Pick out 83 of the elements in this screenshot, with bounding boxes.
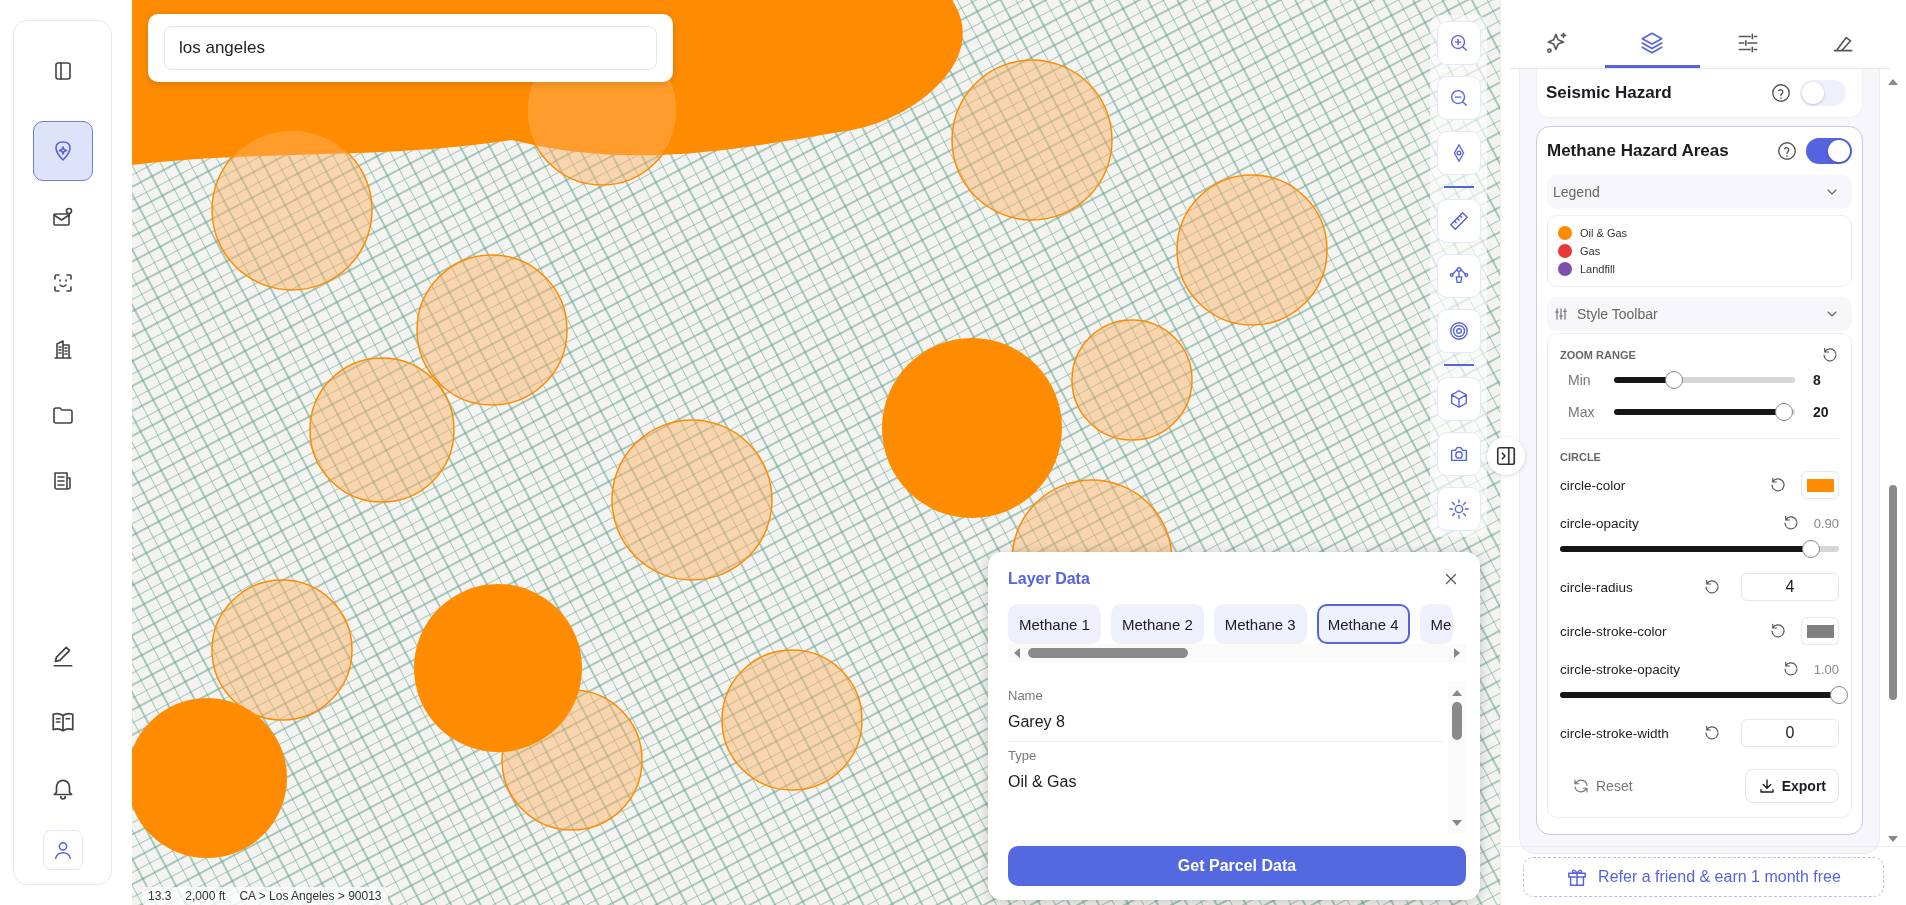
property-name: circle-stroke-opacity: [1560, 661, 1682, 677]
property-name: circle-radius: [1560, 579, 1634, 595]
field-value: Garey 8: [1008, 713, 1066, 731]
map-tool-button[interactable]: [1436, 21, 1481, 65]
profile-button[interactable]: [42, 830, 83, 870]
target-icon: [1447, 320, 1470, 342]
section-title: ZOOM RANGE: [1560, 349, 1636, 361]
reset-button[interactable]: [1821, 346, 1839, 364]
reset-icon: [1703, 578, 1721, 596]
property-name: circle-stroke-color: [1560, 623, 1668, 639]
legend-label: Landfill: [1580, 263, 1615, 275]
location-breadcrumb: CA > Los Angeles > 90013: [239, 889, 382, 903]
section-title: CIRCLE: [1560, 451, 1601, 463]
number-field[interactable]: 4: [1741, 573, 1839, 601]
reset-icon: [1781, 514, 1800, 532]
number-field[interactable]: 0: [1741, 719, 1839, 747]
reset-button[interactable]: [1781, 660, 1800, 678]
reset-icon: [1703, 724, 1721, 742]
map-tool-button[interactable]: [1436, 309, 1481, 353]
field-label: Name: [1008, 688, 1044, 703]
style-toolbar-header[interactable]: Style Toolbar: [1547, 297, 1852, 331]
property-name: circle-stroke-width: [1560, 725, 1670, 741]
sun-icon: [1447, 498, 1470, 520]
property-slider[interactable]: [1560, 685, 1848, 705]
legend-label: Gas: [1580, 245, 1601, 257]
feature-tab[interactable]: Methane 1: [1008, 604, 1101, 644]
panel-collapse-icon: [1495, 445, 1517, 467]
slider-reading: 1.00: [1813, 661, 1839, 677]
reset-button[interactable]: [1703, 578, 1721, 596]
color-swatch[interactable]: [1801, 471, 1839, 499]
help-icon: [1770, 82, 1792, 104]
map-tool-button[interactable]: [1436, 76, 1481, 120]
layer-toggle[interactable]: [1800, 80, 1846, 106]
ruler-icon: [1447, 210, 1470, 232]
referral-button[interactable]: Refer a friend & earn 1 month free: [1523, 857, 1884, 897]
reset-button[interactable]: Reset: [1560, 771, 1645, 801]
slider-label: Max: [1568, 404, 1596, 420]
help-icon: [1776, 140, 1798, 162]
property-name: circle-opacity: [1560, 515, 1640, 531]
property-name: circle-color: [1560, 477, 1627, 493]
horizontal-scrollbar[interactable]: [1008, 644, 1466, 662]
legend-header[interactable]: Legend: [1547, 175, 1852, 209]
slider-label: Min: [1568, 372, 1592, 388]
get-parcel-data-button[interactable]: Get Parcel Data: [1008, 846, 1466, 886]
tune-icon: [1553, 306, 1569, 322]
reset-button[interactable]: [1703, 724, 1721, 742]
field-label: Type: [1008, 748, 1038, 763]
feature-tab[interactable]: Methane 4: [1316, 604, 1410, 644]
map-tool-button[interactable]: [1436, 377, 1481, 421]
slider-value: 8: [1813, 372, 1822, 388]
map-tool-button[interactable]: [1436, 254, 1481, 298]
feature-tab[interactable]: Methane 2: [1110, 604, 1204, 644]
feature-tab[interactable]: Methane 3: [1213, 604, 1307, 644]
layer-title: Methane Hazard Areas: [1547, 141, 1730, 161]
map-tool-button[interactable]: [1436, 487, 1481, 531]
search-field[interactable]: los angeles: [164, 26, 657, 70]
layer-title: Seismic Hazard: [1546, 83, 1673, 103]
scale-label: 2,000 ft: [185, 889, 226, 903]
download-icon: [1757, 777, 1776, 795]
reset-icon: [1769, 476, 1787, 494]
reset-icon: [1769, 622, 1787, 640]
popup-title: Layer Data: [1008, 570, 1090, 588]
envelope-pin-icon: [50, 205, 75, 229]
color-swatch[interactable]: [1801, 617, 1839, 645]
slider-value: 20: [1813, 404, 1830, 420]
vertical-scrollbar[interactable]: [1448, 682, 1466, 834]
zoom-level: 13.3: [148, 889, 172, 903]
reset-button[interactable]: [1781, 514, 1800, 532]
map-tool-button[interactable]: [1436, 131, 1481, 175]
export-button[interactable]: Export: [1744, 769, 1839, 803]
legend-label: Oil & Gas: [1580, 227, 1628, 239]
reset-button[interactable]: [1769, 622, 1787, 640]
field-value: Oil & Gas: [1008, 773, 1078, 791]
reset-icon: [1781, 660, 1800, 678]
map-tool-button[interactable]: [1436, 199, 1481, 243]
nav-button[interactable]: [32, 121, 93, 181]
map-tool-button[interactable]: [1436, 432, 1481, 476]
slider-reading: 0.90: [1813, 515, 1839, 531]
feature-tab[interactable]: Me: [1419, 604, 1454, 644]
reset-button[interactable]: [1769, 476, 1787, 494]
layer-toggle[interactable]: [1806, 138, 1852, 164]
reset-icon: [1821, 346, 1839, 364]
refresh-icon: [1572, 777, 1590, 795]
